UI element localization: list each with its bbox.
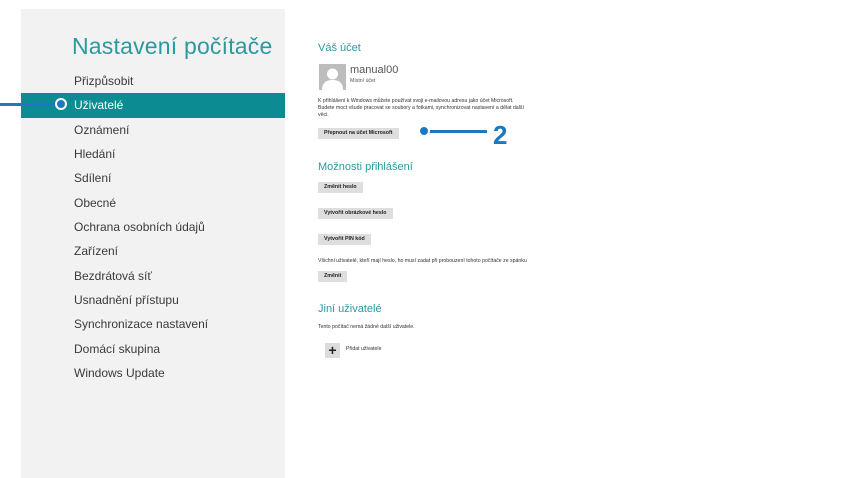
add-user-label[interactable]: Přidat uživatele <box>346 346 381 352</box>
create-picture-password-button[interactable]: Vytvořit obrázkové heslo <box>318 208 393 219</box>
callout-line-switch <box>428 130 487 133</box>
account-heading: Váš účet <box>318 42 361 54</box>
sidebar: Nastavení počítače Přizpůsobit Uživatelé… <box>21 9 285 478</box>
nav-item-share[interactable]: Sdílení <box>21 166 285 190</box>
no-other-users-text: Tento počítač nemá žádné další uživatele… <box>318 324 415 330</box>
account-description-line-3: věci. <box>318 112 329 118</box>
nav-item-sync-settings[interactable]: Synchronizace nastavení <box>21 312 285 336</box>
user-silhouette-icon <box>319 64 346 90</box>
nav-item-general[interactable]: Obecné <box>21 191 285 215</box>
create-pin-button[interactable]: Vytvořit PIN kód <box>318 234 371 245</box>
nav-item-personalize[interactable]: Přizpůsobit <box>21 69 285 93</box>
nav-item-ease-of-access[interactable]: Usnadnění přístupu <box>21 288 285 312</box>
account-description-line-2: Budete moct všude pracovat se soubory a … <box>318 105 524 111</box>
wake-password-text: Všichni uživatelé, kteří mají heslo, ho … <box>318 258 527 264</box>
callout-dot-users <box>55 98 67 110</box>
account-description-line-1: K přihlášení k Windows můžete používat s… <box>318 98 514 104</box>
other-users-heading: Jiní uživatelé <box>318 303 382 315</box>
user-avatar <box>319 64 346 90</box>
callout-line-users <box>0 103 58 106</box>
sidebar-title: Nastavení počítače <box>72 33 273 59</box>
callout-number: 2 <box>493 120 508 150</box>
add-user-plus-icon[interactable]: + <box>325 343 340 358</box>
change-password-button[interactable]: Změnit heslo <box>318 182 363 193</box>
nav-item-homegroup[interactable]: Domácí skupina <box>21 337 285 361</box>
signin-options-heading: Možnosti přihlášení <box>318 161 413 173</box>
nav-item-wireless[interactable]: Bezdrátová síť <box>21 264 285 288</box>
change-wake-setting-button[interactable]: Změnit <box>318 271 348 282</box>
nav-list: Přizpůsobit Uživatelé Oznámení Hledání S… <box>21 69 285 385</box>
nav-item-windows-update[interactable]: Windows Update <box>21 361 285 385</box>
switch-to-microsoft-account-button[interactable]: Přepnout na účet Microsoft <box>318 128 399 139</box>
callout-dot-switch <box>418 125 430 137</box>
nav-item-notifications[interactable]: Oznámení <box>21 118 285 142</box>
main-content: Váš účet manual00 Místní účet K přihláše… <box>318 0 838 478</box>
nav-item-devices[interactable]: Zařízení <box>21 239 285 263</box>
nav-item-privacy[interactable]: Ochrana osobních údajů <box>21 215 285 239</box>
account-type: Místní účet <box>350 78 376 84</box>
nav-item-search[interactable]: Hledání <box>21 142 285 166</box>
account-username: manual00 <box>350 64 399 76</box>
